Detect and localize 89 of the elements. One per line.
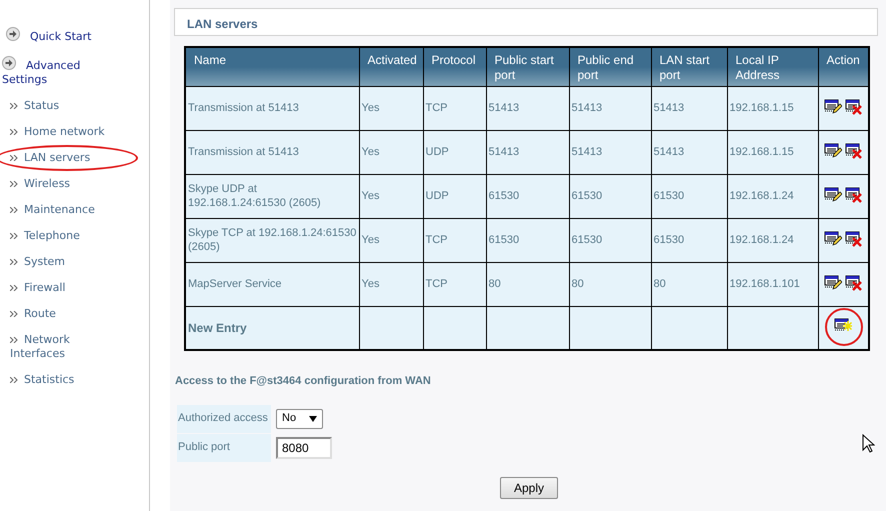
edit-entry-icon[interactable] xyxy=(824,142,842,158)
edit-entry-icon[interactable] xyxy=(824,274,842,290)
table-cell: 61530 xyxy=(488,190,520,202)
column-header: Name xyxy=(185,47,359,86)
table-cell: 61530 xyxy=(488,234,520,246)
caret-icon xyxy=(309,416,317,422)
sidebar-item[interactable]: Maintenance xyxy=(0,203,110,217)
table-cell: UDP xyxy=(426,146,449,158)
table-cell: Skype UDP at 192.168.1.24:61530 (2605) xyxy=(188,183,321,209)
delete-entry-icon[interactable] xyxy=(844,186,863,202)
delete-entry-icon[interactable] xyxy=(844,142,863,158)
table-cell: 51413 xyxy=(654,102,684,114)
column-header: Public end port xyxy=(569,47,651,86)
table-cell: 80 xyxy=(654,278,666,290)
panel-title: LAN servers xyxy=(174,8,878,36)
table-cell: 51413 xyxy=(488,102,520,114)
arrow-circle-icon xyxy=(2,56,16,70)
sidebar-item[interactable]: Wireless xyxy=(0,177,110,191)
delete-entry-icon[interactable] xyxy=(844,274,863,290)
sidebar-item[interactable]: LAN servers xyxy=(0,151,110,165)
table-cell: TCP xyxy=(426,234,448,246)
sidebar-item[interactable]: Route xyxy=(0,307,110,321)
bullet-icon xyxy=(10,259,18,265)
edit-entry-icon[interactable] xyxy=(824,186,842,202)
access-dropdown[interactable]: No xyxy=(276,408,323,428)
table-cell: 192.168.1.24 xyxy=(730,234,794,246)
column-header: Activated xyxy=(359,47,423,86)
table-cell: 51413 xyxy=(488,146,520,158)
table-cell: UDP xyxy=(426,190,449,202)
table-cell: 51413 xyxy=(572,102,602,114)
table-cell: Transmission at 51413 xyxy=(188,146,299,158)
column-header: Public start port xyxy=(486,47,569,86)
bullet-icon xyxy=(10,337,18,343)
bullet-icon xyxy=(10,129,18,135)
delete-entry-icon[interactable] xyxy=(844,98,863,114)
sidebar-item[interactable]: Statistics xyxy=(0,373,110,387)
sidebar-heading-link[interactable]: Quick Start xyxy=(0,27,149,44)
table-cell: TCP xyxy=(426,278,448,290)
edit-entry-icon[interactable] xyxy=(824,98,842,114)
bullet-icon xyxy=(10,103,18,109)
column-header: Action xyxy=(818,47,869,86)
table-cell: 80 xyxy=(488,278,501,290)
bullet-icon xyxy=(10,207,18,213)
table-cell: TCP xyxy=(426,102,448,114)
table-cell: 192.168.1.24 xyxy=(730,190,794,202)
table-cell: Yes xyxy=(362,234,380,246)
bullet-icon xyxy=(10,155,18,161)
port-input[interactable]: 8080 xyxy=(276,436,332,458)
sidebar-item[interactable]: Home network xyxy=(0,125,110,139)
table-cell: Skype TCP at 192.168.1.24:61530 (2605) xyxy=(188,227,356,253)
table-cell: 61530 xyxy=(572,234,602,246)
table-cell: Yes xyxy=(362,146,380,158)
table-cell: 61530 xyxy=(654,190,684,202)
bullet-icon xyxy=(10,181,18,187)
table-cell: 51413 xyxy=(572,146,602,158)
bullet-icon xyxy=(10,311,18,317)
column-header: Protocol xyxy=(423,47,486,86)
sidebar-item[interactable]: Status xyxy=(0,99,110,113)
table-cell: Transmission at 51413 xyxy=(188,102,299,114)
table-cell: 192.168.1.15 xyxy=(730,102,794,114)
table-cell: 192.168.1.15 xyxy=(730,146,794,158)
table-cell: 80 xyxy=(572,278,584,290)
bullet-icon xyxy=(10,377,18,383)
apply-button[interactable]: Apply xyxy=(500,476,558,498)
table-cell: 192.168.1.101 xyxy=(730,278,800,290)
new-entry-label: New Entry xyxy=(188,320,247,335)
section-title: Access to the F@st3464 configuration from WAN xyxy=(175,374,432,389)
table-cell: Yes xyxy=(362,102,380,114)
arrow-circle-icon xyxy=(6,27,20,41)
column-header: LAN start port xyxy=(651,47,727,86)
table-cell: 51413 xyxy=(654,146,684,158)
mouse-cursor-icon xyxy=(862,434,875,453)
table-cell: MapServer Service xyxy=(188,278,282,290)
sidebar-item[interactable]: System xyxy=(0,255,110,269)
column-header: Local IP Address xyxy=(727,47,818,86)
field-label: Authorized access xyxy=(177,404,271,432)
bullet-icon xyxy=(10,285,18,291)
sidebar-heading-link[interactable]: Advanced Settings xyxy=(0,56,100,87)
delete-entry-icon[interactable] xyxy=(844,230,863,246)
table-cell: Yes xyxy=(362,190,380,202)
sidebar-item[interactable]: Network Interfaces xyxy=(0,333,110,361)
bullet-icon xyxy=(10,233,18,239)
edit-entry-icon[interactable] xyxy=(824,230,842,246)
table-cell: 61530 xyxy=(572,190,602,202)
field-label: Public port xyxy=(177,434,271,462)
table-cell: Yes xyxy=(362,278,380,290)
sidebar-item[interactable]: Telephone xyxy=(0,229,110,243)
sidebar-item[interactable]: Firewall xyxy=(0,281,110,295)
table-cell: 61530 xyxy=(654,234,684,246)
